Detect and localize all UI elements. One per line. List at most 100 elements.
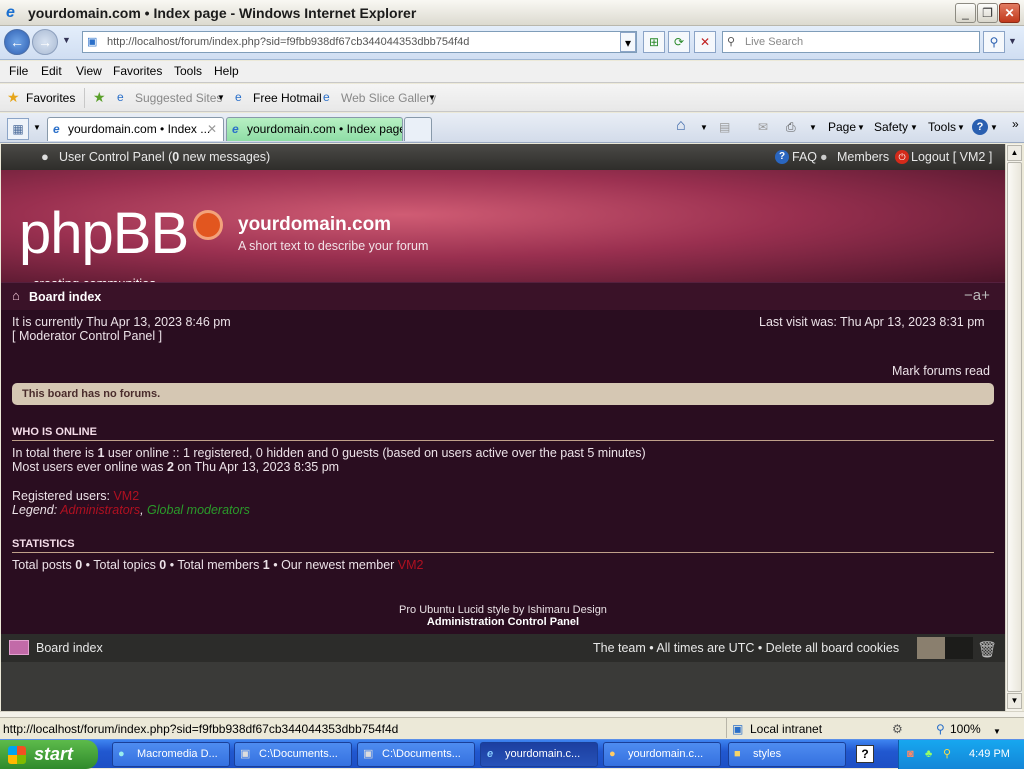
protected-mode-icon[interactable]: ⚙ — [892, 719, 903, 739]
chevron-down-icon[interactable]: ▼ — [217, 93, 225, 102]
quick-tabs-icon[interactable]: ▦ — [7, 118, 29, 140]
compatibility-view-icon[interactable]: ⊞ — [643, 31, 665, 53]
minimize-button[interactable]: _ — [955, 3, 976, 23]
acp-link[interactable]: Administration Control Panel — [1, 616, 1005, 628]
web-slice-gallery-link[interactable]: Web Slice Gallery — [341, 91, 436, 105]
font-resize-icon[interactable]: −a+ — [964, 287, 990, 304]
tab-yourdomain-active[interactable]: e yourdomain.com • Index ... ✕ — [47, 117, 224, 141]
faq-link[interactable]: FAQ — [792, 144, 817, 170]
menu-edit[interactable]: Edit — [41, 64, 62, 78]
trash-icon[interactable]: 🗑 — [977, 637, 997, 665]
menu-help[interactable]: Help — [214, 64, 239, 78]
close-window-button[interactable]: ✕ — [999, 3, 1020, 23]
legend: Legend: Administrators, Global moderator… — [12, 503, 250, 517]
address-dropdown-button[interactable]: ▾ — [620, 32, 636, 52]
clock[interactable]: 4:49 PM — [969, 740, 1010, 769]
taskbar-item-styles-folder[interactable]: ■ styles — [728, 742, 846, 767]
scroll-up-icon[interactable]: ▲ — [1007, 145, 1022, 161]
tab-yourdomain-second[interactable]: e yourdomain.com • Index page — [226, 117, 403, 141]
stop-icon[interactable]: ✕ — [694, 31, 716, 53]
back-button[interactable]: ← — [4, 29, 30, 55]
search-field[interactable]: Live Search — [722, 31, 980, 53]
chevron-down-icon: ▼ — [957, 123, 965, 132]
menu-view[interactable]: View — [76, 64, 102, 78]
chevron-down-icon[interactable]: ▼ — [428, 93, 436, 102]
footer-board-index[interactable]: Board index — [36, 634, 103, 662]
menu-favorites[interactable]: Favorites — [113, 64, 162, 78]
feeds-icon[interactable]: ▤ — [719, 120, 730, 134]
tab-label: yourdomain.com • Index ... — [68, 122, 211, 136]
legend-global-moderators-link[interactable]: Global moderators — [147, 503, 250, 517]
breadcrumb-board-index[interactable]: Board index — [29, 290, 101, 304]
menu-file[interactable]: File — [9, 64, 28, 78]
chevron-down-icon[interactable]: ▼ — [809, 123, 817, 132]
tools-menu[interactable]: Tools — [928, 120, 956, 134]
taskbar-item-documents-1[interactable]: ▣ C:\Documents... — [234, 742, 352, 767]
legend-administrators-link[interactable]: Administrators — [60, 503, 140, 517]
free-hotmail-link[interactable]: Free Hotmail — [253, 91, 322, 105]
home-icon[interactable]: ⌂ — [676, 117, 686, 135]
members-link[interactable]: Members — [837, 144, 889, 170]
statistics-line: Total posts 0 • Total topics 0 • Total m… — [12, 558, 423, 572]
windows-taskbar: start ● Macromedia D... ▣ C:\Documents... … — [0, 739, 1024, 769]
add-favorite-icon[interactable]: ★ — [93, 89, 106, 106]
search-options-dropdown-icon[interactable]: ▼ — [1008, 36, 1017, 46]
start-button[interactable]: start — [0, 740, 98, 769]
mcp-link[interactable]: [ Moderator Control Panel ] — [12, 329, 162, 343]
taskbar-item-ie-active[interactable]: e yourdomain.c... — [480, 742, 598, 767]
tray-search-icon[interactable]: ⚲ — [943, 740, 951, 769]
tab-list-dropdown-icon[interactable]: ▼ — [33, 123, 41, 132]
taskbar-item-documents-2[interactable]: ▣ C:\Documents... — [357, 742, 475, 767]
safety-menu[interactable]: Safety — [874, 120, 908, 134]
color-swatch-icon[interactable] — [917, 637, 945, 659]
refresh-icon[interactable]: ⟳ — [668, 31, 690, 53]
app-icon: ● — [118, 748, 125, 760]
favorites-button[interactable]: Favorites — [26, 91, 75, 105]
chevron-down-icon[interactable]: ▼ — [700, 123, 708, 132]
text: • Our newest member — [269, 558, 398, 572]
favorites-star-icon: ★ — [7, 89, 20, 105]
recent-pages-dropdown-icon[interactable]: ▼ — [62, 35, 71, 45]
page-menu[interactable]: Page — [828, 120, 856, 134]
newest-member-link[interactable]: VM2 — [398, 558, 424, 572]
scroll-down-icon[interactable]: ▼ — [1007, 693, 1022, 709]
registered-user-link[interactable]: VM2 — [113, 489, 139, 503]
tray-app-icon[interactable]: ◙ — [907, 740, 914, 769]
hotmail-icon: e — [235, 90, 242, 104]
home-icon: ⌂ — [12, 288, 20, 303]
tray-network-icon[interactable]: ♣ — [925, 740, 932, 769]
maximize-button[interactable]: ❐ — [977, 3, 998, 23]
new-tab-button[interactable] — [404, 117, 432, 141]
taskbar-item-ie-2[interactable]: ● yourdomain.c... — [603, 742, 721, 767]
more-commands-icon[interactable]: » — [1012, 117, 1019, 131]
ucp-link[interactable]: User Control Panel (0 new messages) — [59, 144, 270, 170]
mark-forums-read-link[interactable]: Mark forums read — [892, 364, 990, 378]
search-icon[interactable]: ⚲ — [983, 31, 1005, 53]
print-icon[interactable]: ⎙ — [786, 120, 796, 135]
text: Legend: — [12, 503, 61, 517]
7zip-icon: ▣ — [363, 748, 374, 760]
vertical-scrollbar[interactable]: ▲ ▼ — [1005, 144, 1022, 711]
read-mail-icon[interactable]: ✉ — [758, 120, 768, 134]
site-description: A short text to describe your forum — [238, 239, 429, 253]
logout-link[interactable]: Logout [ VM2 ] — [911, 144, 992, 170]
color-swatch-icon[interactable] — [945, 637, 973, 659]
security-zone: Local intranet — [750, 722, 823, 736]
close-tab-icon[interactable]: ✕ — [207, 118, 217, 140]
taskbar-label: Macromedia D... — [137, 748, 218, 760]
help-taskbar-icon[interactable]: ? — [856, 745, 874, 763]
help-icon[interactable]: ? — [972, 119, 988, 135]
footer-links[interactable]: The team • All times are UTC • Delete al… — [593, 634, 899, 662]
address-field[interactable]: http://localhost/forum/index.php?sid=f9f… — [82, 31, 637, 53]
chevron-down-icon: ▼ — [990, 123, 998, 132]
zoom-level[interactable]: 100% — [950, 719, 981, 739]
suggested-sites-link[interactable]: Suggested Sites — [135, 91, 222, 105]
scroll-thumb[interactable] — [1007, 162, 1022, 692]
taskbar-item-macromedia[interactable]: ● Macromedia D... — [112, 742, 230, 767]
page-bottom-area — [1, 662, 1005, 711]
menu-tools[interactable]: Tools — [174, 64, 202, 78]
phpbb-logo[interactable]: phpBB — [19, 200, 189, 267]
forward-button[interactable]: → — [32, 29, 58, 55]
taskbar-label: C:\Documents... — [259, 748, 338, 760]
menu-bar: File Edit View Favorites Tools Help — [0, 61, 1024, 83]
